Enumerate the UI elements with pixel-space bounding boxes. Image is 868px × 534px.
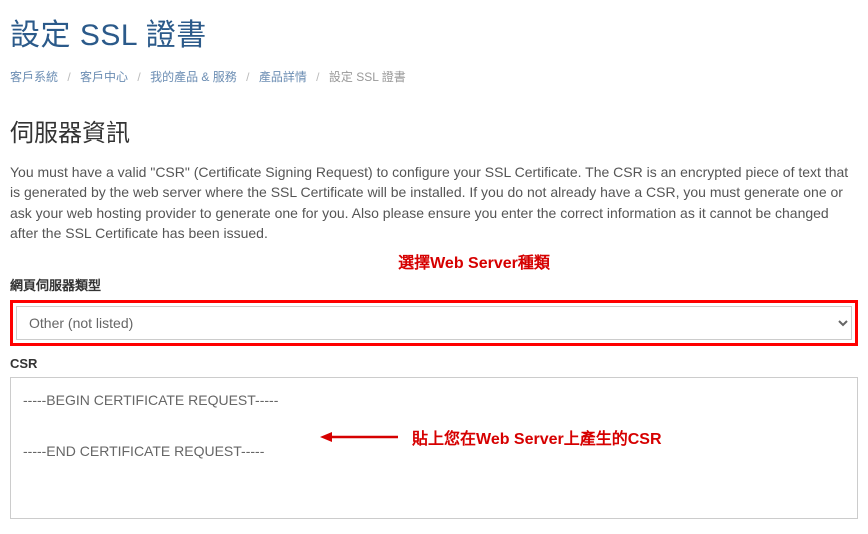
server-type-highlight-box: Other (not listed) bbox=[10, 300, 858, 346]
breadcrumb-separator: / bbox=[246, 70, 249, 84]
server-type-select[interactable]: Other (not listed) bbox=[16, 306, 852, 340]
annotation-select-server: 選擇Web Server種類 bbox=[50, 249, 868, 273]
breadcrumb-link[interactable]: 客戶中心 bbox=[80, 70, 128, 84]
breadcrumb-link[interactable]: 產品詳情 bbox=[259, 70, 307, 84]
page-title: 設定 SSL 證書 bbox=[10, 10, 858, 54]
breadcrumb-link[interactable]: 客戶系統 bbox=[10, 70, 58, 84]
breadcrumb-separator: / bbox=[137, 70, 140, 84]
breadcrumb-separator: / bbox=[67, 70, 70, 84]
server-type-label: 網頁伺服器類型 bbox=[10, 275, 858, 294]
csr-textarea[interactable] bbox=[10, 377, 858, 519]
csr-label: CSR bbox=[10, 356, 858, 371]
description-text: You must have a valid "CSR" (Certificate… bbox=[10, 162, 858, 243]
breadcrumb: 客戶系統 / 客戶中心 / 我的產品 & 服務 / 產品詳情 / 設定 SSL … bbox=[10, 68, 858, 85]
csr-container: 貼上您在Web Server上產生的CSR bbox=[10, 377, 858, 524]
section-title: 伺服器資訊 bbox=[10, 113, 858, 148]
breadcrumb-separator: / bbox=[316, 70, 319, 84]
breadcrumb-link[interactable]: 我的產品 & 服務 bbox=[150, 70, 237, 84]
breadcrumb-current: 設定 SSL 證書 bbox=[329, 70, 406, 84]
